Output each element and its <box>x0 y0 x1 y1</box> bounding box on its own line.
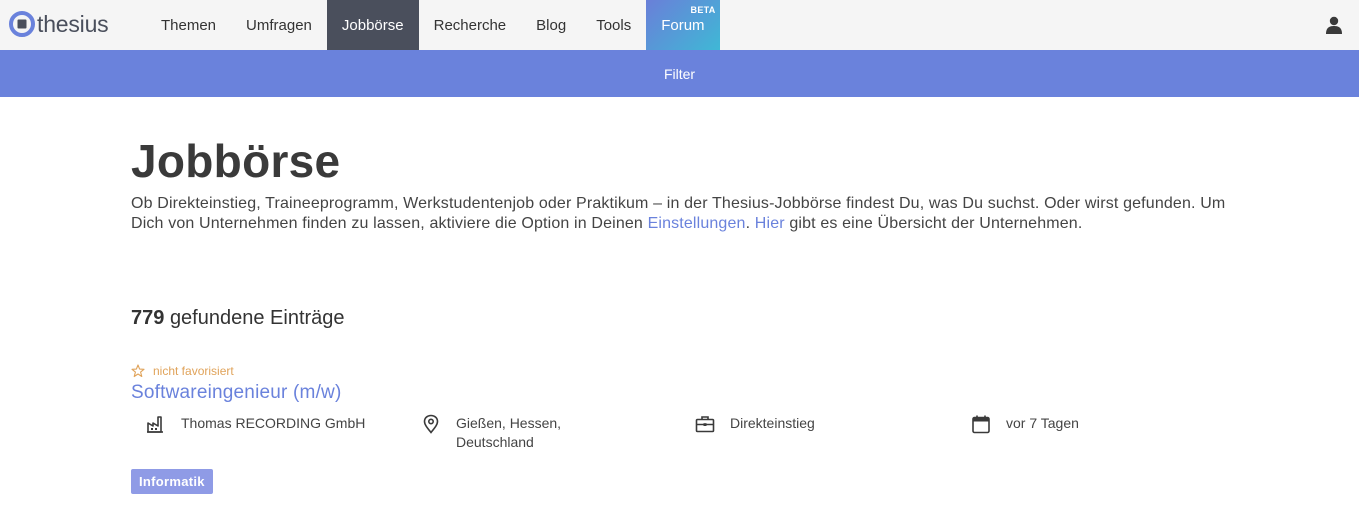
nav-item-label: Forum <box>661 16 705 34</box>
job-date: vor 7 Tagen <box>971 414 1079 434</box>
job-company: Thomas RECORDING GmbH <box>146 414 365 434</box>
top-navigation: thesius Themen Umfragen Jobbörse Recherc… <box>0 0 1359 50</box>
companies-overview-link[interactable]: Hier <box>755 215 785 232</box>
nav-item-label: Jobbörse <box>341 16 404 34</box>
nav-item-umfragen[interactable]: Umfragen <box>231 0 327 50</box>
intro-text-part: gibt es eine Übersicht der Unternehmen. <box>784 215 1083 232</box>
brand-name: thesius <box>37 10 109 37</box>
logo-icon <box>9 11 35 37</box>
page-title: Jobbörse <box>131 135 341 187</box>
job-location: Gießen, Hessen, Deutschland <box>421 414 561 452</box>
factory-icon <box>147 416 163 433</box>
user-icon[interactable] <box>1325 16 1343 34</box>
nav-item-jobboerse[interactable]: Jobbörse <box>326 0 419 50</box>
nav-item-label: Recherche <box>433 16 507 34</box>
job-type-text: Direkteinstieg <box>730 415 815 431</box>
briefcase-icon <box>695 416 715 433</box>
beta-badge: BETA <box>690 5 716 15</box>
job-type: Direkteinstieg <box>695 414 815 434</box>
nav-item-blog[interactable]: Blog <box>521 0 581 50</box>
favorite-toggle[interactable]: nicht favorisiert <box>131 364 234 378</box>
results-count-label: gefundene Einträge <box>169 307 345 329</box>
intro-text: Ob Direkteinstieg, Traineeprogramm, Werk… <box>131 194 1231 234</box>
date-text: vor 7 Tagen <box>1006 415 1079 431</box>
star-icon <box>131 364 145 378</box>
nav-item-forum[interactable]: Forum BETA <box>646 0 720 50</box>
category-tag[interactable]: Informatik <box>131 469 213 494</box>
company-name: Thomas RECORDING GmbH <box>181 415 366 431</box>
location-pin-icon <box>423 414 439 434</box>
intro-text-part: . <box>745 215 755 232</box>
results-count-number: 779 <box>131 307 165 329</box>
filter-bar: Filter <box>0 50 1359 97</box>
location-line: Deutschland <box>456 434 534 450</box>
nav-item-label: Tools <box>596 16 632 34</box>
nav-item-recherche[interactable]: Recherche <box>419 0 522 50</box>
location-line: Gießen, Hessen, <box>456 415 562 431</box>
settings-link[interactable]: Einstellungen <box>648 215 746 232</box>
nav-item-label: Blog <box>536 16 567 34</box>
nav-item-label: Themen <box>161 16 217 34</box>
results-count: 779 gefundene Einträge <box>131 307 345 330</box>
favorite-label: nicht favorisiert <box>153 364 234 378</box>
nav-item-tools[interactable]: Tools <box>581 0 646 50</box>
nav-item-label: Umfragen <box>246 16 312 34</box>
main-nav: Themen Umfragen Jobbörse Recherche Blog … <box>146 0 720 50</box>
brand-logo[interactable]: thesius <box>9 9 109 39</box>
location-text: Gießen, Hessen, Deutschland <box>456 414 561 452</box>
job-title-link[interactable]: Softwareingenieur (m/w) <box>131 382 342 404</box>
nav-item-themen[interactable]: Themen <box>146 0 231 50</box>
filter-button[interactable]: Filter <box>664 66 695 82</box>
calendar-icon <box>972 415 990 434</box>
